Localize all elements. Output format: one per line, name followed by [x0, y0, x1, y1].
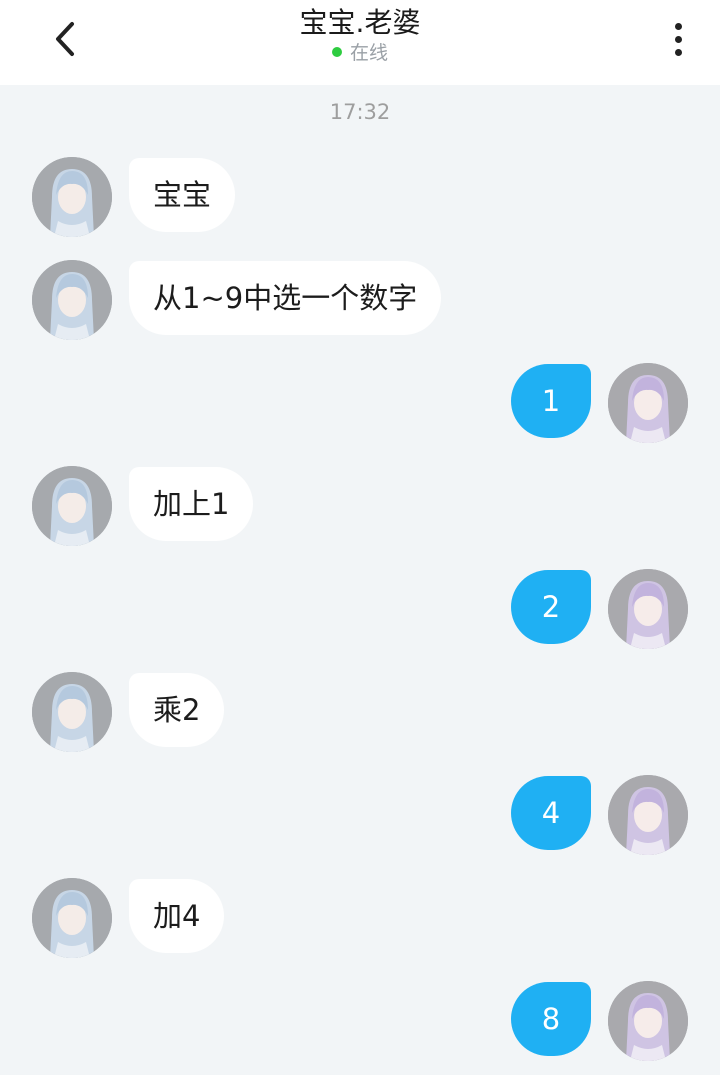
message-timestamp: 17:32 — [329, 100, 391, 124]
more-vertical-icon-dot — [674, 48, 682, 56]
message-bubble-incoming[interactable]: 从1~9中选一个数字 — [129, 261, 442, 335]
online-status-label: 在线 — [349, 42, 388, 64]
user-avatar[interactable] — [608, 569, 688, 649]
contact-avatar[interactable] — [32, 157, 112, 237]
message-bubble-outgoing[interactable]: 1 — [511, 364, 591, 438]
contact-avatar[interactable] — [32, 466, 112, 546]
more-options-button[interactable] — [656, 14, 700, 64]
message-bubble-incoming[interactable]: 加上1 — [129, 467, 254, 541]
message-bubble-outgoing[interactable]: 2 — [511, 570, 591, 644]
contact-avatar[interactable] — [32, 672, 112, 752]
contact-avatar[interactable] — [32, 878, 112, 958]
user-avatar[interactable] — [608, 981, 688, 1061]
contact-name: 宝宝.老婆 — [299, 6, 421, 39]
message-bubble-incoming[interactable]: 乘2 — [129, 673, 225, 747]
online-status: 在线 — [160, 41, 560, 65]
user-avatar[interactable] — [608, 363, 688, 443]
contact-info[interactable]: 宝宝.老婆 在线 — [160, 6, 560, 65]
more-vertical-icon — [674, 22, 682, 30]
message-bubble-incoming[interactable]: 加4 — [129, 879, 225, 953]
contact-avatar[interactable] — [32, 260, 112, 340]
more-vertical-icon-dot — [674, 35, 682, 43]
chevron-left-icon — [56, 22, 74, 56]
message-bubble-outgoing[interactable]: 4 — [511, 776, 591, 850]
message-bubble-incoming[interactable]: 宝宝 — [129, 158, 236, 232]
user-avatar[interactable] — [608, 775, 688, 855]
chat-header: 宝宝.老婆 在线 — [0, 0, 720, 85]
back-button[interactable] — [40, 14, 90, 64]
online-dot-icon — [331, 47, 342, 57]
message-bubble-outgoing[interactable]: 8 — [511, 982, 591, 1056]
